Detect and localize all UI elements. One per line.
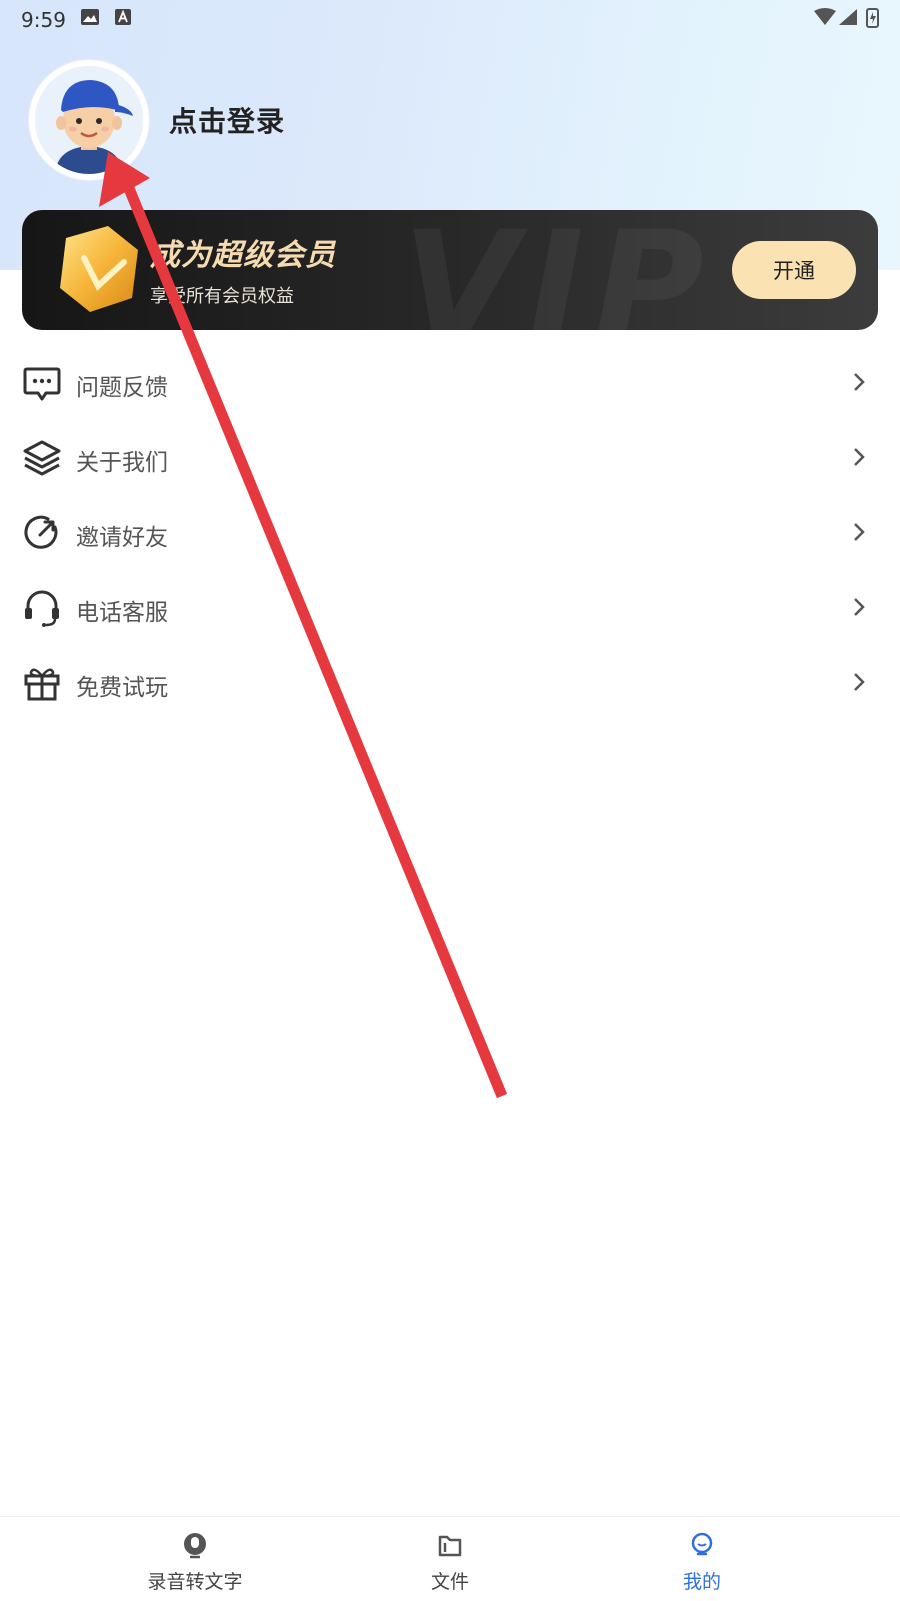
wifi-icon — [814, 8, 836, 25]
profile-icon — [691, 1532, 713, 1556]
menu-item-phone-support[interactable]: 电话客服 — [0, 570, 900, 645]
tab-label: 我的 — [682, 1571, 721, 1593]
avatar[interactable] — [29, 60, 149, 180]
image-notification-icon — [81, 9, 99, 25]
menu-label: 邀请好友 — [76, 525, 168, 551]
menu-item-about[interactable]: 关于我们 — [0, 420, 900, 495]
text-notification-icon — [115, 9, 131, 25]
login-link[interactable]: 点击登录 — [169, 100, 285, 140]
vip-subtitle: 享受所有会员权益 — [150, 286, 294, 307]
vip-watermark: VIP — [402, 210, 714, 330]
menu-label: 电话客服 — [76, 600, 168, 626]
status-time: 9:59 — [21, 8, 66, 32]
tab-mine[interactable]: 我的 — [552, 1517, 852, 1601]
chevron-right-icon — [854, 523, 865, 541]
share-icon — [24, 515, 58, 549]
microphone-icon — [184, 1533, 206, 1559]
avatar-illustration — [35, 66, 143, 174]
menu-item-free-trial[interactable]: 免费试玩 — [0, 645, 900, 720]
activate-vip-button[interactable]: 开通 — [732, 241, 856, 299]
chevron-right-icon — [854, 673, 865, 691]
vip-badge-icon — [60, 226, 138, 312]
folder-icon — [438, 1535, 462, 1557]
menu-label: 关于我们 — [76, 450, 168, 476]
menu-item-invite[interactable]: 邀请好友 — [0, 495, 900, 570]
menu-label: 问题反馈 — [76, 375, 168, 401]
cartoon-person-icon — [35, 66, 143, 174]
chevron-right-icon — [854, 598, 865, 616]
settings-menu: 问题反馈 关于我们 邀请好友 电话客服 免费试玩 — [0, 345, 900, 720]
gift-icon — [24, 668, 60, 701]
vip-title: 成为超级会员 — [150, 238, 336, 273]
feedback-icon — [23, 367, 61, 401]
menu-item-feedback[interactable]: 问题反馈 — [0, 345, 900, 420]
status-bar: 9:59 — [0, 0, 900, 36]
vip-banner[interactable]: VIP 成为超级会员 享受所有会员权益 开通 — [22, 210, 878, 330]
chevron-right-icon — [854, 448, 865, 466]
bottom-navigation: 录音转文字 文件 我的 — [0, 1516, 900, 1601]
signal-icon — [839, 9, 857, 25]
layers-icon — [23, 440, 61, 476]
menu-label: 免费试玩 — [76, 675, 168, 701]
system-status-icons — [814, 8, 879, 28]
chevron-right-icon — [854, 373, 865, 391]
headset-icon — [25, 590, 59, 627]
